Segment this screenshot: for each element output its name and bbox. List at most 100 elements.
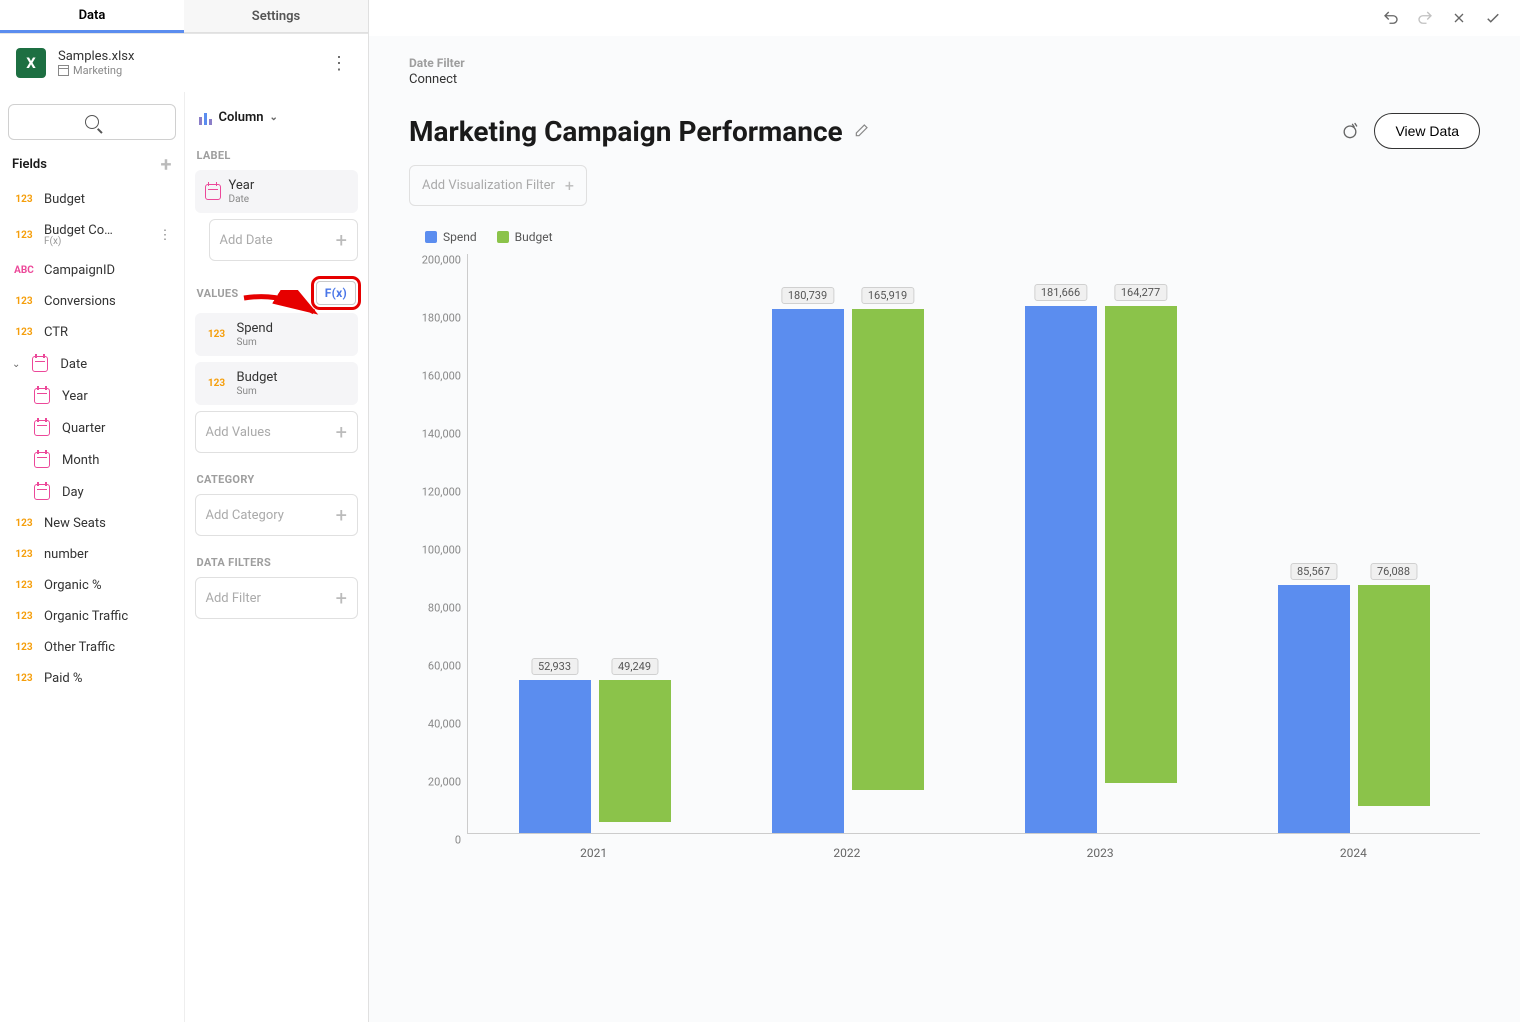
table-icon [58,65,69,76]
y-axis-tick: 60,000 [428,660,461,673]
filters-section-header: DATA FILTERS [195,552,359,577]
field-item[interactable]: 123Paid % [8,663,176,694]
add-date-label: Add Date [220,233,273,248]
text-type-icon: ABC [12,265,36,276]
value-item-budget[interactable]: 123 Budget Sum [195,362,359,405]
add-values-box[interactable]: Add Values + [195,411,359,453]
label-item-name: Year [229,178,349,193]
field-name: Conversions [44,294,172,309]
y-axis-tick: 20,000 [428,776,461,789]
field-item[interactable]: 123Budget Co…F(x)⋮ [8,215,176,255]
plus-icon: + [565,176,574,195]
date-icon [205,184,221,200]
field-name: Day [62,485,172,500]
number-type-icon: 123 [205,329,229,340]
value-item-spend[interactable]: 123 Spend Sum [195,313,359,356]
y-axis-tick: 40,000 [428,718,461,731]
legend-item-spend[interactable]: Spend [425,230,477,244]
chart-bar[interactable]: 164,277 [1105,306,1177,782]
field-item[interactable]: ABC CampaignID [8,255,176,286]
add-category-box[interactable]: Add Category + [195,494,359,536]
search-fields[interactable] [8,104,176,140]
field-item[interactable]: Month [8,444,176,476]
column-chart-icon [199,111,213,125]
add-viz-filter[interactable]: Add Visualization Filter + [409,165,587,206]
add-field-button[interactable]: + [161,154,172,174]
field-item[interactable]: 123number [8,539,176,570]
field-item[interactable]: ⌄Date [8,348,176,380]
chart-type-selector[interactable]: Column ⌄ [195,104,359,131]
bar-group: 180,739165,919 [721,309,974,833]
tab-settings[interactable]: Settings [184,0,368,33]
redo-button[interactable] [1416,9,1434,27]
plus-icon: + [336,422,347,442]
chart-bar[interactable]: 85,567 [1278,585,1350,833]
field-menu[interactable]: ⋮ [159,228,172,243]
undo-button[interactable] [1382,9,1400,27]
field-name: CampaignID [44,263,172,278]
chart-settings-icon[interactable] [1340,121,1360,141]
field-item[interactable]: 123Organic Traffic [8,601,176,632]
add-filter-label: Add Filter [206,591,261,606]
legend-swatch-spend [425,231,437,243]
category-section-header: CATEGORY [195,469,359,494]
chart-bar[interactable]: 49,249 [599,680,671,823]
field-name: CTR [44,325,172,340]
field-item[interactable]: 123Budget [8,184,176,215]
y-axis-tick: 120,000 [422,486,461,499]
date-filter-value[interactable]: Connect [409,72,1480,87]
edit-title-button[interactable] [853,123,869,139]
add-filter-box[interactable]: Add Filter + [195,577,359,619]
field-name: Organic % [44,578,172,593]
label-item-year[interactable]: Year Date [195,170,359,213]
x-axis-tick: 2021 [467,838,720,864]
chart-bar[interactable]: 180,739 [772,309,844,833]
legend-label: Spend [443,230,477,244]
bar-value-label: 165,919 [861,287,914,304]
field-item[interactable]: Day [8,476,176,508]
fx-button[interactable]: F(x) [316,281,356,305]
field-name: Month [62,453,172,468]
field-item[interactable]: 123Organic % [8,570,176,601]
field-name: Budget [44,192,172,207]
bar-value-label: 76,088 [1370,563,1417,580]
excel-icon [16,48,46,78]
chart-bar[interactable]: 181,666 [1025,306,1097,833]
chart-bar[interactable]: 52,933 [519,680,591,834]
y-axis-tick: 100,000 [422,544,461,557]
x-axis-tick: 2023 [974,838,1227,864]
close-button[interactable] [1450,9,1468,27]
add-date-box[interactable]: Add Date + [209,219,359,261]
bar-group: 52,93349,249 [468,680,721,834]
chart-bar[interactable]: 76,088 [1358,585,1430,806]
field-item[interactable]: 123CTR [8,317,176,348]
bar-value-label: 85,567 [1290,563,1337,580]
data-source-menu[interactable]: ⋮ [326,49,352,78]
value-item-sub: Sum [237,386,349,397]
field-item[interactable]: Quarter [8,412,176,444]
left-panel-tabs: Data Settings [0,0,368,34]
number-type-icon: 123 [12,296,36,307]
date-type-icon [34,420,50,436]
x-axis-tick: 2024 [1227,838,1480,864]
legend-item-budget[interactable]: Budget [497,230,553,244]
field-name: Paid % [44,671,172,686]
value-item-sub: Sum [237,337,349,348]
chart-bar[interactable]: 165,919 [852,309,924,790]
field-name: Year [62,389,172,404]
value-item-name: Budget [237,370,349,385]
chart-type-label: Column [219,110,264,125]
field-item[interactable]: 123Other Traffic [8,632,176,663]
field-item[interactable]: 123 Conversions [8,286,176,317]
field-item[interactable]: 123New Seats [8,508,176,539]
legend-label: Budget [515,230,553,244]
tab-data[interactable]: Data [0,0,184,33]
field-name: Quarter [62,421,172,436]
field-item[interactable]: Year [8,380,176,412]
number-type-icon: 123 [12,611,36,622]
fields-header: Fields [12,157,47,172]
y-axis-tick: 200,000 [422,254,461,267]
sheet-name: Marketing [73,64,122,77]
confirm-button[interactable] [1484,9,1502,27]
view-data-button[interactable]: View Data [1374,113,1480,149]
